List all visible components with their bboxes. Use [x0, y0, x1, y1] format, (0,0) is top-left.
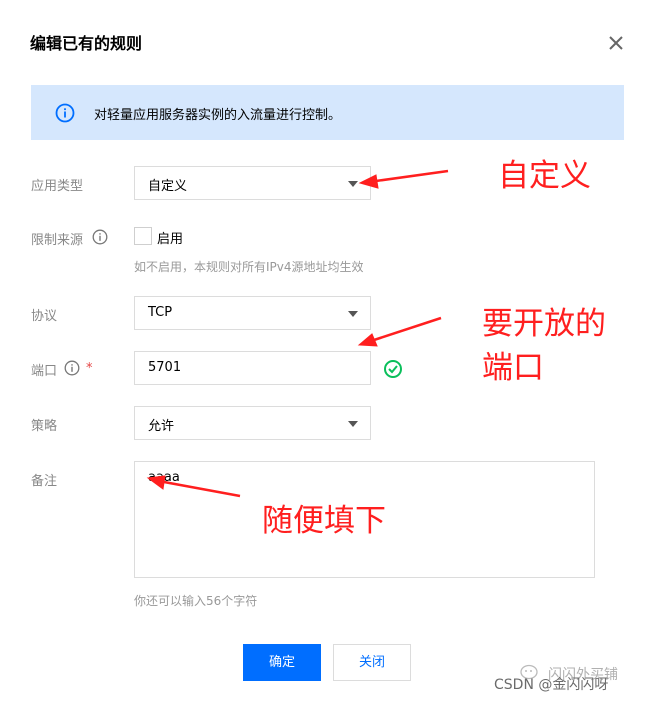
- annotation-custom: 自定义: [498, 158, 591, 194]
- required-mark: *: [86, 361, 93, 376]
- remark-value: aaaa: [148, 470, 180, 485]
- info-banner: 对轻量应用服务器实例的入流量进行控制。: [31, 85, 624, 140]
- source-limit-checkbox[interactable]: [134, 227, 152, 245]
- port-label: 端口: [31, 364, 58, 379]
- check-circle-icon: [383, 359, 403, 379]
- remark-char-count: 你还可以输入56个字符: [134, 594, 258, 608]
- protocol-label: 协议: [31, 309, 58, 324]
- source-limit-hint: 如不启用，本规则对所有IPv4源地址均生效: [134, 260, 364, 274]
- annotation-port-line1: 要开放的: [482, 306, 606, 342]
- policy-select[interactable]: 允许: [134, 406, 371, 440]
- app-type-value: 自定义: [148, 179, 188, 194]
- chevron-down-icon: [348, 181, 358, 187]
- source-limit-label: 限制来源: [31, 233, 84, 248]
- policy-label: 策略: [31, 419, 58, 434]
- dialog-title: 编辑已有的规则: [30, 34, 143, 53]
- help-icon[interactable]: [64, 360, 80, 376]
- app-type-select[interactable]: 自定义: [134, 166, 371, 200]
- protocol-select[interactable]: TCP: [134, 296, 371, 330]
- protocol-value: TCP: [148, 305, 173, 320]
- annotation-remark: 随便填下: [262, 503, 386, 539]
- close-icon[interactable]: [604, 31, 628, 55]
- app-type-label: 应用类型: [31, 179, 84, 194]
- info-icon: [55, 103, 75, 123]
- remark-label: 备注: [31, 474, 58, 489]
- watermark-csdn: CSDN @金闪闪呀: [494, 677, 609, 693]
- policy-value: 允许: [148, 419, 175, 434]
- port-value: 5701: [148, 360, 182, 375]
- chevron-down-icon: [348, 421, 358, 427]
- close-button[interactable]: 关闭: [333, 644, 411, 681]
- annotation-port-line2: 端口: [482, 350, 544, 386]
- source-limit-checkbox-label: 启用: [157, 232, 184, 247]
- help-icon[interactable]: [92, 229, 108, 245]
- info-text: 对轻量应用服务器实例的入流量进行控制。: [94, 108, 342, 123]
- confirm-button[interactable]: 确定: [243, 644, 321, 681]
- chevron-down-icon: [348, 311, 358, 317]
- port-input[interactable]: 5701: [134, 351, 371, 385]
